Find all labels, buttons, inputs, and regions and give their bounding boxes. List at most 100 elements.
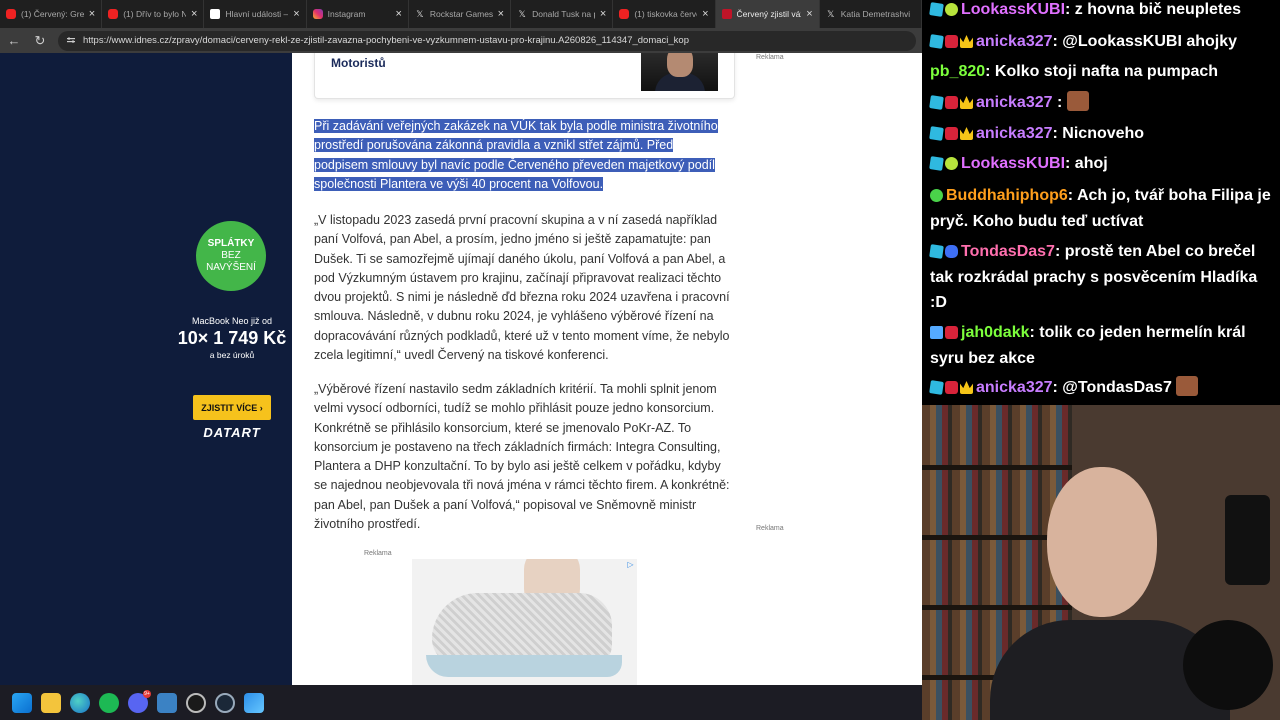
related-article-card[interactable]: Motoristů	[314, 53, 735, 99]
card-thumbnail	[641, 53, 718, 91]
chat-username[interactable]: anicka327	[976, 125, 1053, 142]
chat-message: pb_820: Kolko stoji nafta na pumpach	[930, 59, 1275, 85]
ad-price: 10× 1 749 Kč	[177, 328, 287, 348]
shoe-ad[interactable]: ▷	[412, 559, 637, 685]
chat-message: LookassKUBI: ahoj	[929, 151, 1275, 177]
chat-message: LookassKUBI: z hovna bič neupletes	[929, 0, 1275, 23]
chat-message: Buddhahiphop6: Ach jo, tvář boha Filipa …	[930, 183, 1275, 234]
close-icon[interactable]: ×	[806, 8, 812, 20]
tab-label: Instagram	[327, 9, 366, 19]
close-icon[interactable]: ×	[600, 8, 606, 20]
reload-icon[interactable]: ↻	[32, 33, 48, 49]
ad-info-icon[interactable]: ▷	[626, 560, 635, 569]
url-text: https://www.idnes.cz/zpravy/domaci/cerve…	[83, 35, 689, 46]
chat-message: anicka327: Nicnoveho	[929, 121, 1275, 147]
chat-text: : @TondasDas7	[1052, 379, 1177, 396]
web-page: SPLÁTKY BEZ NAVÝŠENÍ MacBook Neo již od …	[0, 53, 922, 685]
chat-username[interactable]: TondasDas7	[961, 243, 1055, 260]
browser-tab[interactable]: 𝕏 Donald Tusk na p ×	[511, 0, 614, 28]
chat-username[interactable]: anicka327	[976, 33, 1053, 50]
browser-tab[interactable]: (1) Dřív to bylo N ×	[102, 0, 205, 28]
chat-text: : @LookassKUBI ahojky	[1052, 33, 1238, 50]
close-icon[interactable]: ×	[498, 8, 504, 20]
microphone	[1225, 495, 1270, 585]
tab-label: Katia Demetrashvi	[840, 9, 911, 19]
chat-username[interactable]: LookassKUBI	[961, 155, 1065, 172]
close-icon[interactable]: ×	[702, 8, 708, 20]
tab-label: Červený zjistil váž	[736, 9, 802, 19]
sub-badge-icon	[930, 189, 943, 202]
chat-username[interactable]: Buddhahiphop6	[946, 187, 1068, 204]
badge-line: NAVÝŠENÍ	[206, 262, 256, 273]
browser-tab[interactable]: 𝕏 Katia Demetrashvi	[820, 0, 922, 28]
url-field[interactable]: https://www.idnes.cz/zpravy/domaci/cerve…	[58, 30, 916, 51]
edge-icon[interactable]	[70, 692, 90, 713]
red-badge-icon	[945, 35, 958, 48]
ad-text: MacBook Neo již od	[191, 316, 273, 326]
red-badge-icon	[945, 96, 958, 109]
paint-icon[interactable]	[244, 692, 264, 713]
crown-badge-icon	[960, 381, 973, 394]
steam-icon[interactable]	[215, 692, 235, 713]
x-icon: 𝕏	[416, 9, 424, 19]
cube-badge-icon	[929, 34, 944, 49]
youtube-icon	[619, 9, 630, 19]
red-badge-icon	[945, 381, 958, 394]
discord-icon[interactable]: 9+	[128, 689, 151, 713]
chat-message: jah0dakk: tolik co jeden hermelín král s…	[930, 320, 1275, 371]
browser-tab[interactable]: Hlavní události — ×	[204, 0, 307, 28]
streamer-head	[1047, 467, 1157, 617]
chat-username[interactable]: jah0dakk	[961, 324, 1029, 341]
chat-username[interactable]: anicka327	[976, 94, 1053, 111]
datart-ad[interactable]: SPLÁTKY BEZ NAVÝŠENÍ MacBook Neo již od …	[0, 53, 292, 685]
installment-badge: SPLÁTKY BEZ NAVÝŠENÍ	[196, 221, 266, 291]
paragraph-line: Při zadávání veřejných zakázek na VÚK ta…	[314, 119, 718, 133]
tab-label: Rockstar Games n	[429, 9, 493, 19]
chat-username[interactable]: anicka327	[976, 379, 1053, 396]
chat-message: TondasDas7: prostě ten Abel co brečel ta…	[929, 239, 1275, 316]
close-icon[interactable]: ×	[89, 8, 95, 20]
sub-badge-icon	[945, 157, 958, 170]
notification-badge: 9+	[143, 689, 151, 698]
back-icon[interactable]: ←	[6, 33, 22, 48]
chat-text: : Nicnoveho	[1052, 125, 1145, 142]
taskbar: 9+	[0, 685, 922, 720]
chat-username[interactable]: LookassKUBI	[961, 1, 1065, 18]
tab-label: (1) Dřív to bylo N	[123, 9, 186, 19]
spotify-icon[interactable]	[99, 692, 119, 713]
stream-chat: LookassKUBI: z hovna bič neupletes anick…	[922, 0, 1280, 405]
github-icon[interactable]	[186, 692, 206, 713]
site-info-icon[interactable]	[66, 36, 76, 46]
browser-tab[interactable]: Instagram ×	[307, 0, 409, 28]
cube-badge-icon	[929, 156, 944, 171]
tab-label: Donald Tusk na p	[532, 9, 595, 19]
cube-badge-icon	[929, 244, 944, 259]
cube-badge-icon	[929, 2, 944, 17]
windows-icon[interactable]	[12, 692, 32, 713]
emote-icon	[1066, 91, 1089, 111]
browser-tab-bar: (1) Červený: Green× (1) Dřív to bylo N× …	[0, 0, 922, 28]
ad-cta-button[interactable]: ZJISTIT VÍCE ›	[193, 395, 271, 420]
close-icon[interactable]: ×	[395, 8, 401, 20]
browser-tab[interactable]: (1) Červený: Green ×	[0, 0, 103, 28]
chat-username[interactable]: pb_820	[930, 63, 985, 80]
ad-label: Reklama	[756, 54, 784, 61]
file-explorer-icon[interactable]	[41, 692, 61, 713]
notepad-icon[interactable]	[157, 692, 177, 713]
chat-text: : Kolko stoji nafta na pumpach	[985, 63, 1219, 80]
browser-tab-active[interactable]: Červený zjistil váž ×	[715, 0, 820, 28]
close-icon[interactable]: ×	[293, 8, 299, 20]
red-badge-icon	[945, 127, 958, 140]
crown-badge-icon	[960, 96, 973, 109]
paragraph-line: podpisem smlouvy byl navíc podle Červené…	[314, 157, 715, 172]
close-icon[interactable]: ×	[191, 8, 197, 20]
address-bar: ← ↻ https://www.idnes.cz/zpravy/domaci/c…	[0, 28, 922, 53]
chat-message: anicka327 :	[929, 90, 1275, 116]
browser-tab[interactable]: (1) tiskovka červe ×	[613, 0, 716, 28]
x-icon: 𝕏	[518, 9, 526, 19]
chat-message: anicka327: @LookassKUBI ahojky	[929, 29, 1275, 55]
datart-logo: DATART	[203, 425, 261, 440]
news-icon	[210, 9, 221, 19]
crown-badge-icon	[960, 127, 973, 140]
browser-tab[interactable]: 𝕏 Rockstar Games n ×	[409, 0, 512, 28]
